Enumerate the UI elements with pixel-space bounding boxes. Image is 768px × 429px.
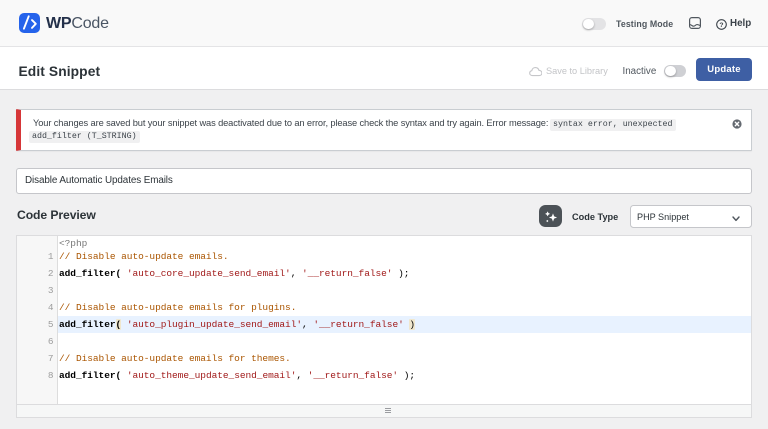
svg-text:?: ? — [719, 22, 723, 29]
